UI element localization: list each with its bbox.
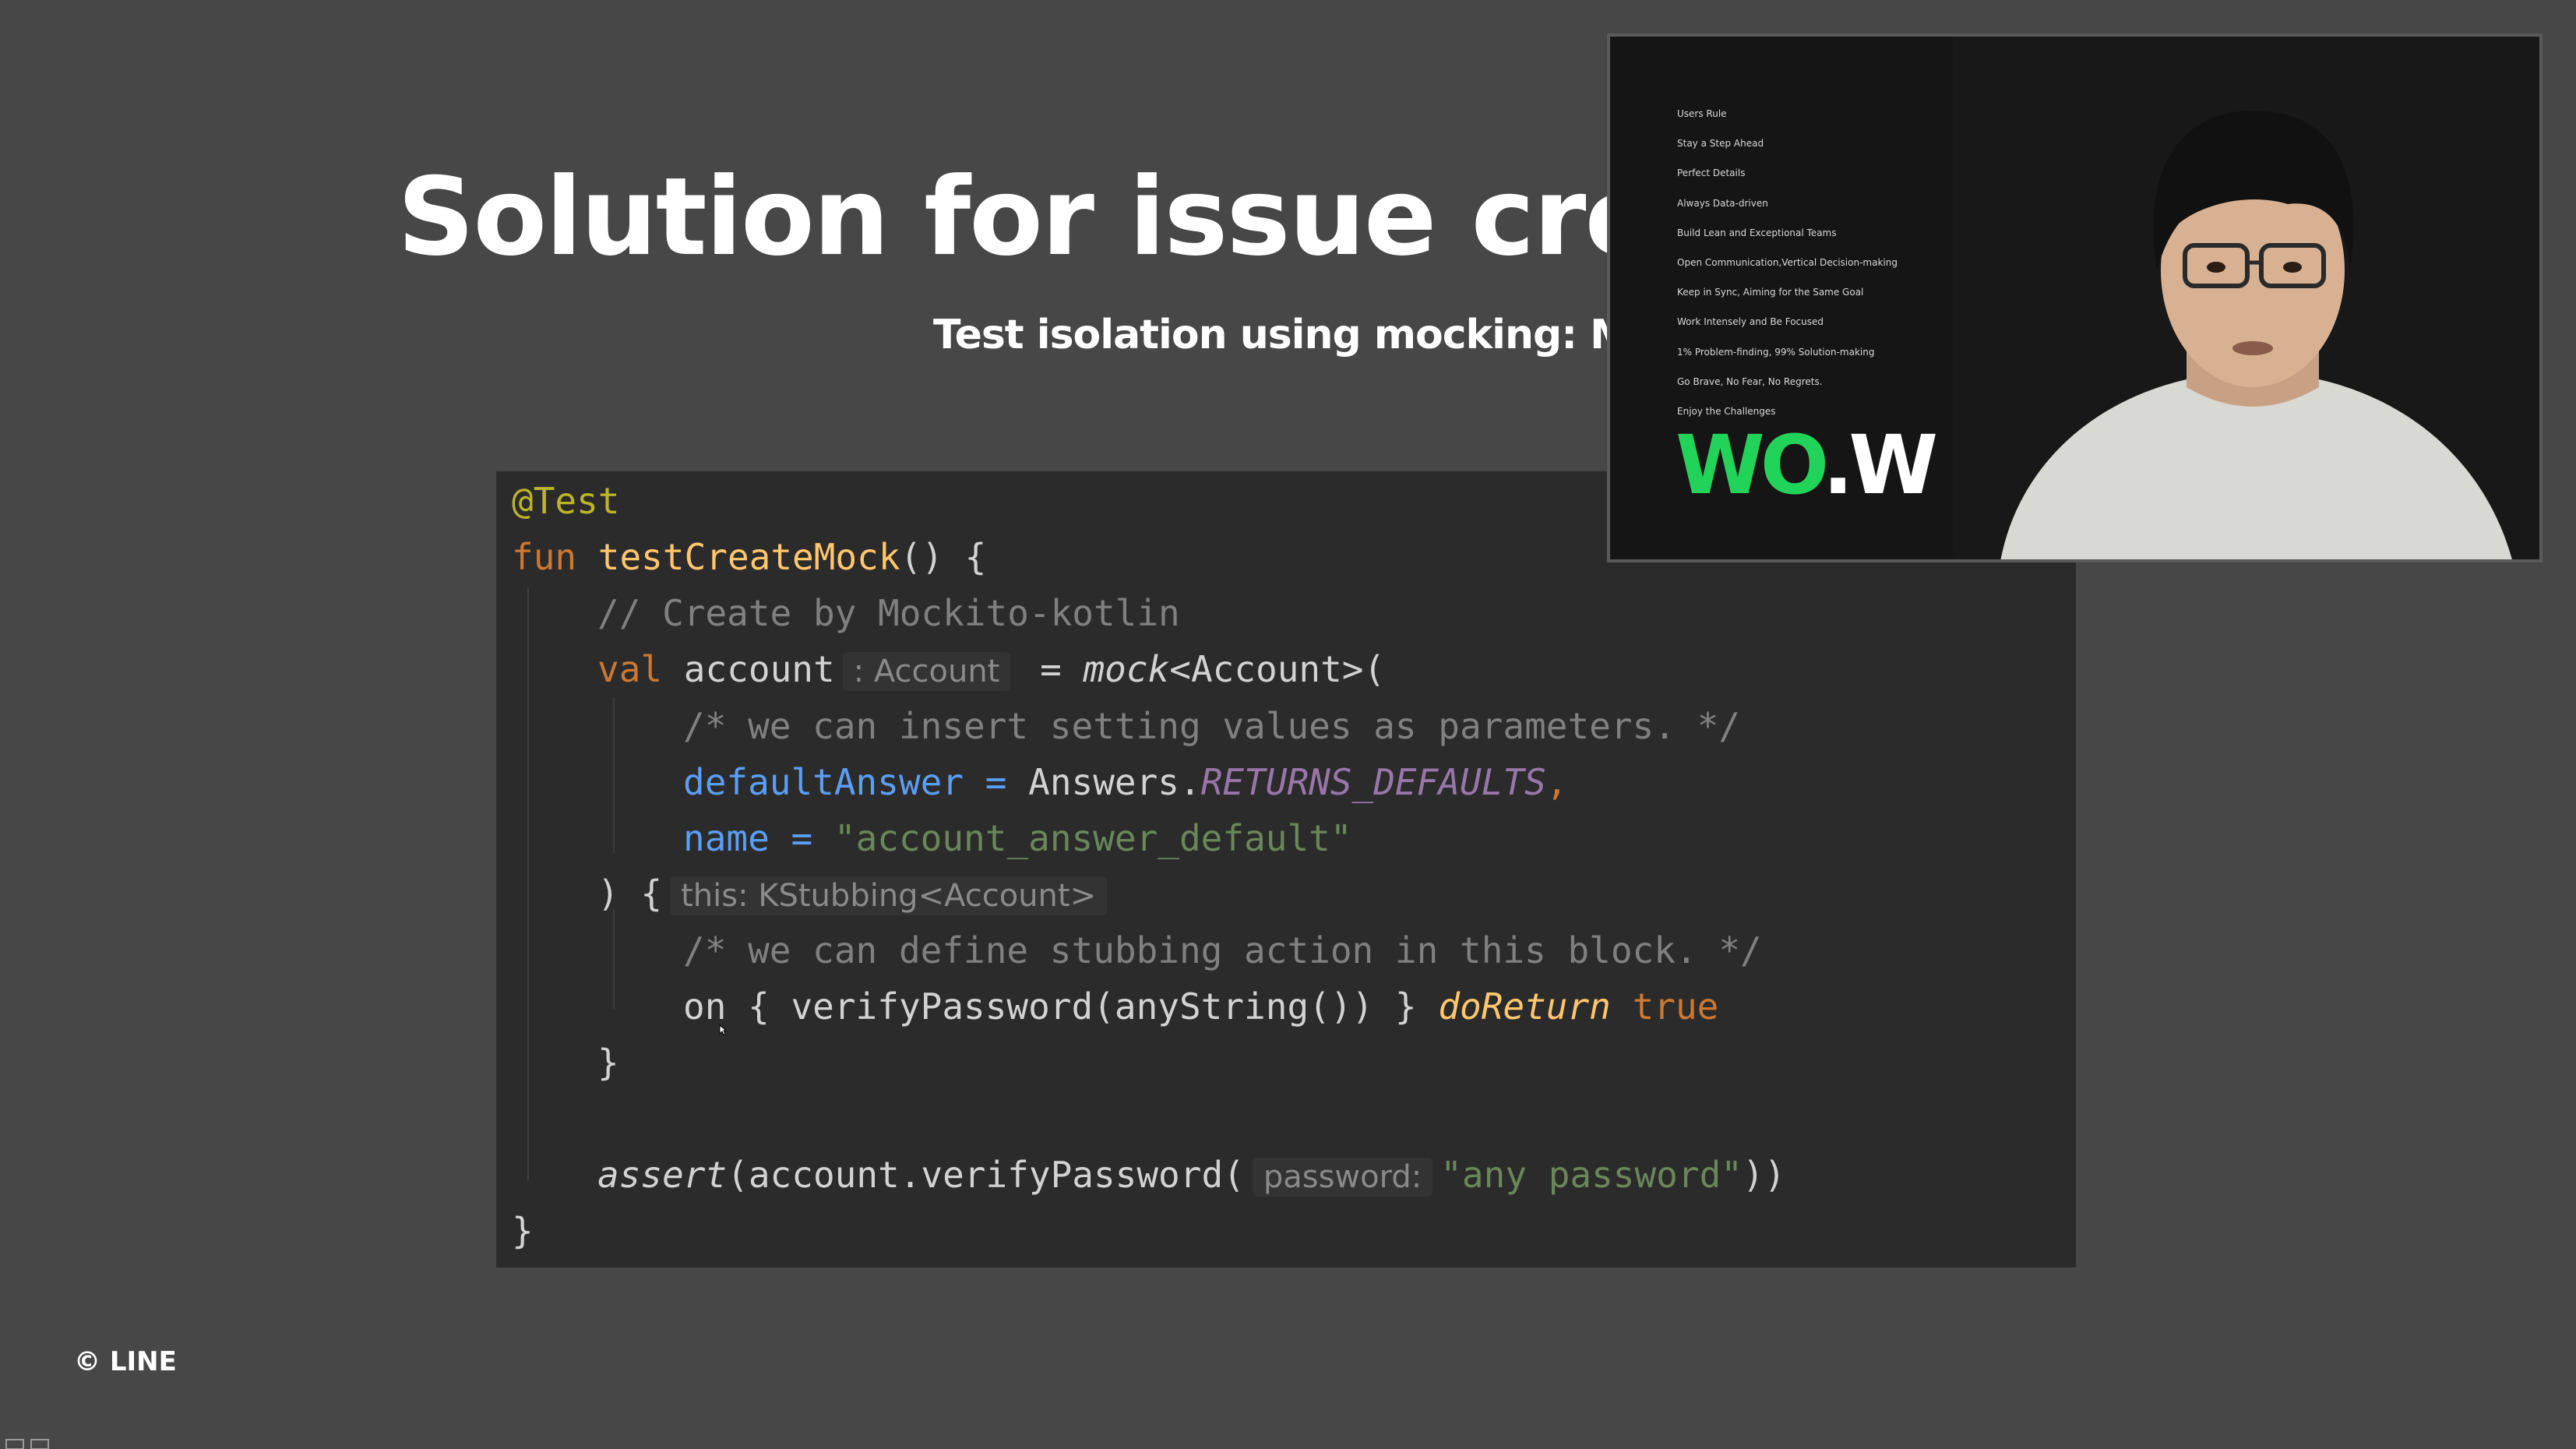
wow-logo: WO.W	[1676, 425, 1938, 506]
value-item: Build Lean and Exceptional Teams	[1677, 227, 1837, 238]
value-item: Always Data-driven	[1677, 197, 1768, 209]
code-text: }	[597, 1042, 619, 1084]
string-token: "any password"	[1440, 1154, 1743, 1196]
keyword-token: true	[1632, 985, 1719, 1028]
code-line-7: name = "account_answer_default"	[683, 810, 1352, 866]
type-hint: : Account	[842, 652, 1011, 691]
function-call-token: assert	[597, 1154, 728, 1196]
presenter-figure	[1953, 37, 2539, 559]
code-line-9: /* we can define stubbing action in this…	[683, 922, 1762, 978]
parameter-token: name	[683, 817, 770, 859]
keyword-token: fun	[512, 536, 577, 578]
code-line-5: /* we can insert setting values as param…	[683, 698, 1740, 754]
string-token: "account_answer_default"	[833, 817, 1352, 859]
code-text: }	[512, 1210, 534, 1252]
indent-guide	[527, 588, 529, 1180]
value-item: Open Communication,Vertical Decision-mak…	[1677, 256, 1898, 268]
value-item: Stay a Step Ahead	[1677, 138, 1764, 150]
logo-text-white: .W	[1822, 418, 1938, 513]
variable-token: account	[683, 648, 835, 690]
code-line-2: fun testCreateMock() {	[512, 529, 986, 585]
code-line-14: }	[512, 1203, 534, 1259]
function-name-token: testCreateMock	[597, 536, 900, 578]
slide: Solution for issue creatir Test isolatio…	[0, 0, 2576, 1449]
code-line-3: // Create by Mockito-kotlin	[597, 585, 1180, 641]
code-line-10: on { verifyPassword(anyString()) } doRet…	[683, 978, 1718, 1035]
code-line-1: @Test	[512, 473, 619, 529]
value-item: Work Intensely and Be Focused	[1677, 316, 1824, 328]
logo-text-green: WO	[1676, 418, 1827, 513]
constant-token: RETURNS_DEFAULTS	[1200, 761, 1546, 803]
code-text: ))	[1742, 1154, 1786, 1196]
code-text: on { verifyPassword(anyString()) }	[683, 985, 1439, 1028]
code-text: =	[769, 817, 834, 859]
function-call-token: doReturn	[1438, 985, 1611, 1028]
code-line-6: defaultAnswer = Answers.RETURNS_DEFAULTS…	[683, 754, 1568, 810]
code-text: () {	[900, 536, 987, 578]
value-item: Users Rule	[1677, 108, 1727, 119]
copyright-watermark: © LINE	[74, 1346, 177, 1377]
function-call-token: mock	[1083, 648, 1170, 690]
value-item: Go Brave, No Fear, No Regrets.	[1677, 375, 1823, 387]
code-text: <Account>(	[1169, 648, 1386, 690]
code-text: ,	[1545, 761, 1568, 803]
annotation-token: @Test	[512, 480, 620, 522]
comment-token: // Create by Mockito-kotlin	[597, 592, 1180, 634]
code-line-8: ) {this: KStubbing<Account>	[597, 866, 1115, 922]
speaker-video-overlay: Users Rule Stay a Step Ahead Perfect Det…	[1607, 33, 2543, 562]
code-text: (account.verifyPassword(	[727, 1154, 1245, 1196]
mouse-pointer-icon	[719, 1024, 727, 1035]
code-text: =	[964, 761, 1029, 803]
value-item: Perfect Details	[1677, 167, 1746, 179]
code-panel: @Test fun testCreateMock() { // Create b…	[496, 471, 2076, 1267]
class-token: Answers.	[1028, 761, 1201, 803]
code-line-11: }	[597, 1035, 619, 1091]
parameter-hint: password:	[1252, 1158, 1433, 1197]
value-item: Keep in Sync, Aiming for the Same Goal	[1677, 287, 1864, 298]
presentation-toolbar-icon	[5, 1439, 49, 1449]
value-item: 1% Problem-finding, 99% Solution-making	[1677, 346, 1875, 358]
comment-token: /* we can insert setting values as param…	[683, 705, 1741, 747]
keyword-token: val	[597, 648, 663, 690]
code-line-4: val account: Account = mock<Account>(	[597, 641, 1385, 697]
indent-guide	[613, 909, 615, 1009]
company-values-list: Users Rule Stay a Step Ahead Perfect Det…	[1677, 99, 1898, 426]
code-text: =	[1018, 648, 1084, 690]
indent-guide	[613, 697, 615, 853]
slide-subtitle: Test isolation using mocking: Moc	[933, 312, 1680, 358]
comment-token: /* we can define stubbing action in this…	[683, 929, 1762, 971]
parameter-token: defaultAnswer	[683, 761, 964, 803]
receiver-hint: this: KStubbing<Account>	[670, 876, 1108, 915]
code-line-13: assert(account.verifyPassword(password: "…	[597, 1147, 1785, 1203]
code-text: ) {	[597, 873, 663, 915]
